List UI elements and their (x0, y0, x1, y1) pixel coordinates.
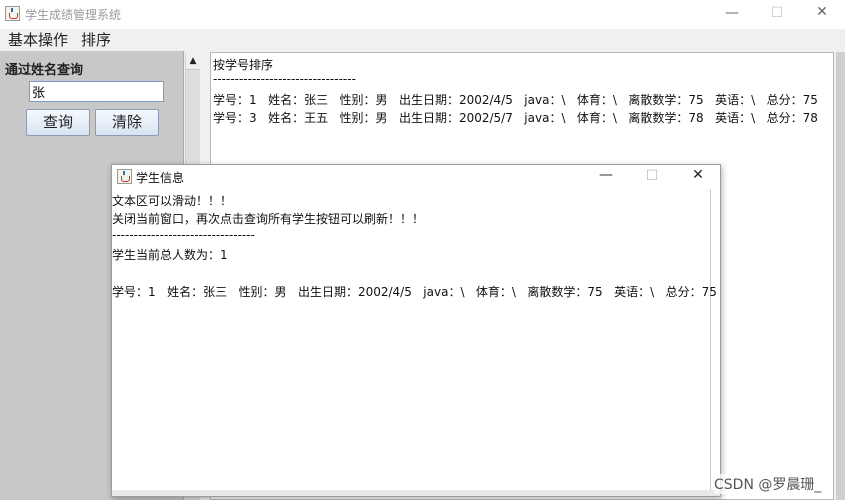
dialog-text-line: 文本区可以滑动！！！ (112, 194, 233, 208)
maximize-button[interactable]: ☐ (763, 5, 791, 21)
dialog-close-button[interactable]: ✕ (684, 167, 712, 183)
dialog-bottom-edge (112, 490, 720, 496)
text-line: 学号：1 姓名：张三 性别：男 出生日期：2002/4/5 java：\ 体育：… (213, 93, 818, 107)
watermark: CSDN @罗晨珊_ (714, 474, 822, 494)
dialog-minimize-button[interactable]: — (592, 167, 620, 183)
text-line: 学号：3 姓名：王五 性别：男 出生日期：2002/5/7 java：\ 体育：… (213, 111, 818, 125)
dialog-text-area[interactable]: 文本区可以滑动！！！ 关闭当前窗口，再次点击查询所有学生按钮可以刷新！！！ --… (112, 189, 717, 492)
search-by-name-label: 通过姓名查询 (5, 63, 84, 78)
text-line: 按学号排序 (213, 58, 274, 72)
dialog-maximize-button[interactable]: ☐ (638, 168, 666, 184)
dialog-text-line: 关闭当前窗口，再次点击查询所有学生按钮可以刷新！！！ (112, 212, 425, 226)
menu-bar: 基本操作 排序 (0, 29, 845, 49)
dialog-titlebar: 学生信息 — ☐ ✕ (112, 165, 720, 189)
menu-sort[interactable]: 排序 (81, 29, 111, 50)
main-titlebar: 学生成绩管理系统 — ☐ ✕ (0, 0, 845, 29)
query-button[interactable]: 查询 (26, 109, 90, 136)
dialog-text-line: 学生当前总人数为：1 (112, 248, 228, 262)
java-app-icon (117, 169, 132, 184)
menu-basic-operations[interactable]: 基本操作 (8, 29, 68, 50)
java-app-icon (5, 6, 20, 21)
text-line: --------------------------------- (213, 72, 356, 86)
dialog-text-line: 学号：1 姓名：张三 性别：男 出生日期：2002/4/5 java：\ 体育：… (112, 285, 717, 299)
name-search-input[interactable] (29, 81, 164, 102)
student-info-dialog: 学生信息 — ☐ ✕ 文本区可以滑动！！！ 关闭当前窗口，再次点击查询所有学生按… (111, 164, 721, 497)
dialog-title: 学生信息 (136, 171, 185, 185)
clear-button[interactable]: 清除 (95, 109, 159, 136)
scroll-up-arrow-icon[interactable]: ▲ (186, 53, 200, 70)
close-button[interactable]: ✕ (808, 4, 836, 20)
window-right-edge (836, 52, 845, 500)
dialog-text-line: --------------------------------- (112, 228, 255, 242)
minimize-button[interactable]: — (718, 5, 746, 21)
main-window-title: 学生成绩管理系统 (25, 8, 122, 22)
